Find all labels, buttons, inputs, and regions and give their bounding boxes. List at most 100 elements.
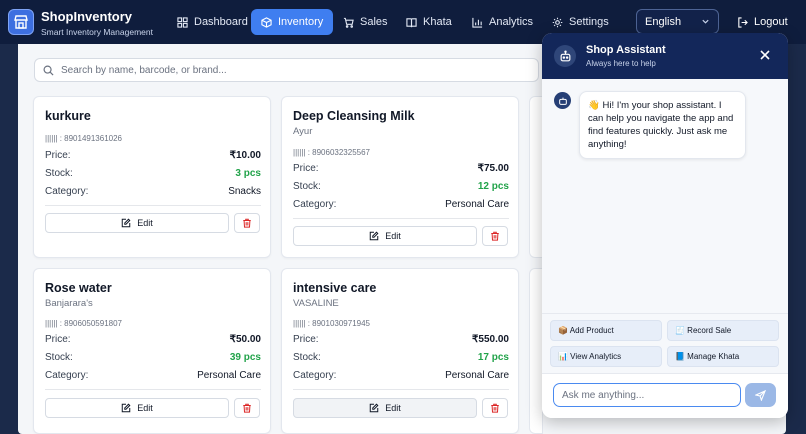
product-name: kurkure xyxy=(45,109,91,123)
delete-button[interactable] xyxy=(234,398,260,418)
edit-label: Edit xyxy=(137,403,153,413)
category-label: Category: xyxy=(293,370,337,381)
send-button[interactable] xyxy=(745,383,776,407)
barcode-icon: |||||| : xyxy=(45,134,62,143)
assistant-subtitle: Always here to help xyxy=(586,59,656,68)
nav-label: Khata xyxy=(423,16,452,28)
category-value: Personal Care xyxy=(445,199,509,210)
product-barcode: |||||| : 8901030971945 xyxy=(293,319,370,328)
category-value: Personal Care xyxy=(445,370,509,381)
price-row: Price: ₹550.00 xyxy=(293,334,509,345)
divider xyxy=(45,205,261,206)
category-row: Category: Personal Care xyxy=(45,370,261,381)
assistant-message: 👋 Hi! I'm your shop assistant. I can hel… xyxy=(579,91,746,159)
trash-icon xyxy=(491,403,499,413)
product-name: intensive care xyxy=(293,281,377,295)
divider xyxy=(293,389,509,390)
barcode-value: 8901030971945 xyxy=(312,319,370,328)
app-tagline: Smart Inventory Management xyxy=(41,27,153,37)
assistant-chat-body: 👋 Hi! I'm your shop assistant. I can hel… xyxy=(542,79,788,313)
edit-icon xyxy=(121,403,131,413)
bot-icon xyxy=(554,45,576,67)
price-value: ₹75.00 xyxy=(477,163,509,174)
language-select[interactable]: English xyxy=(636,9,719,34)
nav-label: Settings xyxy=(569,16,609,28)
nav-label: Analytics xyxy=(489,16,534,28)
assistant-header: Shop Assistant Always here to help xyxy=(542,33,788,79)
logout-button[interactable]: Logout xyxy=(737,9,788,35)
product-barcode: |||||| : 8901491361026 xyxy=(45,134,122,143)
divider xyxy=(45,389,261,390)
divider xyxy=(293,218,509,219)
nav-analytics[interactable]: Analytics xyxy=(462,9,543,35)
product-brand: Ayur xyxy=(293,126,313,137)
category-value: Snacks xyxy=(228,186,261,197)
stock-row: Stock: 17 pcs xyxy=(293,352,509,363)
product-name: Deep Cleansing Milk xyxy=(293,109,415,123)
trash-icon xyxy=(491,231,499,241)
chevron-down-icon xyxy=(702,19,709,24)
edit-button[interactable]: Edit xyxy=(293,226,477,246)
box-icon xyxy=(261,16,272,28)
edit-button[interactable]: Edit xyxy=(45,398,229,418)
quick-add-product-button[interactable]: 📦 Add Product xyxy=(550,320,662,341)
barcode-icon: |||||| : xyxy=(45,319,62,328)
search-input[interactable]: Search by name, barcode, or brand... xyxy=(34,58,539,82)
barcode-value: 8901491361026 xyxy=(64,134,122,143)
price-row: Price: ₹75.00 xyxy=(293,163,509,174)
book-icon xyxy=(406,17,417,27)
price-value: ₹550.00 xyxy=(472,334,509,345)
nav-sales[interactable]: Sales xyxy=(333,9,398,35)
product-barcode: |||||| : 8906050591807 xyxy=(45,319,122,328)
product-brand: Banjarara's xyxy=(45,298,93,309)
price-label: Price: xyxy=(293,163,319,174)
price-value: ₹10.00 xyxy=(229,150,261,161)
store-logo-icon[interactable] xyxy=(8,9,34,35)
edit-icon xyxy=(121,218,131,228)
nav-settings[interactable]: Settings xyxy=(542,9,619,35)
barcode-icon: |||||| : xyxy=(293,148,310,157)
logout-icon xyxy=(738,16,748,28)
product-card: intensive care VASALINE |||||| : 8901030… xyxy=(281,268,519,434)
close-icon[interactable] xyxy=(759,49,771,61)
category-row: Category: Personal Care xyxy=(293,370,509,381)
assistant-title: Shop Assistant xyxy=(586,44,666,56)
category-label: Category: xyxy=(45,370,89,381)
input-placeholder: Ask me anything... xyxy=(562,389,645,401)
stock-value: 39 pcs xyxy=(229,352,261,363)
stock-value: 17 pcs xyxy=(477,352,509,363)
bot-avatar-icon xyxy=(554,92,571,109)
delete-button[interactable] xyxy=(482,226,508,246)
nav-inventory[interactable]: Inventory xyxy=(251,9,334,35)
search-placeholder: Search by name, barcode, or brand... xyxy=(61,64,227,76)
edit-label: Edit xyxy=(137,218,153,228)
product-card: kurkure |||||| : 8901491361026 Price: ₹10… xyxy=(33,96,271,258)
assistant-message-input[interactable]: Ask me anything... xyxy=(553,383,741,407)
nav-dashboard[interactable]: Dashboard xyxy=(167,9,258,35)
product-card: Rose water Banjarara's |||||| : 89060505… xyxy=(33,268,271,434)
nav-label: Inventory xyxy=(278,16,324,28)
cart-icon xyxy=(343,17,354,28)
product-brand: VASALINE xyxy=(293,298,339,309)
stock-row: Stock: 3 pcs xyxy=(45,168,261,179)
category-row: Category: Snacks xyxy=(45,186,261,197)
edit-label: Edit xyxy=(385,231,401,241)
price-label: Price: xyxy=(293,334,319,345)
product-barcode: |||||| : 8906032325567 xyxy=(293,148,370,157)
quick-record-sale-button[interactable]: 🧾 Record Sale xyxy=(667,320,779,341)
nav-khata[interactable]: Khata xyxy=(396,9,462,35)
stock-label: Stock: xyxy=(293,352,321,363)
barcode-value: 8906050591807 xyxy=(64,319,122,328)
stock-row: Stock: 12 pcs xyxy=(293,181,509,192)
edit-button[interactable]: Edit xyxy=(45,213,229,233)
edit-button[interactable]: Edit xyxy=(293,398,477,418)
delete-button[interactable] xyxy=(482,398,508,418)
quick-view-analytics-button[interactable]: 📊 View Analytics xyxy=(550,346,662,367)
delete-button[interactable] xyxy=(234,213,260,233)
quick-manage-khata-button[interactable]: 📘 Manage Khata xyxy=(667,346,779,367)
bar-chart-icon xyxy=(472,17,483,28)
grid-icon xyxy=(177,16,188,28)
trash-icon xyxy=(243,218,251,228)
nav-label: Dashboard xyxy=(194,16,248,28)
stock-label: Stock: xyxy=(45,168,73,179)
